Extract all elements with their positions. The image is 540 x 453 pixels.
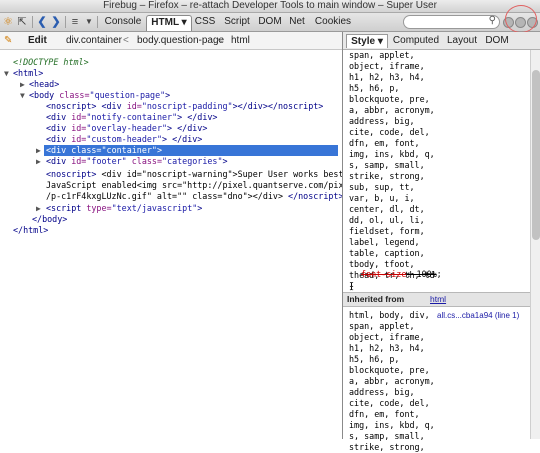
edit-icon: ✎ <box>4 35 13 46</box>
search-icon: ⚲ <box>488 15 496 26</box>
expand-toggle-icon[interactable]: ▶ <box>36 156 41 167</box>
scrollbar-thumb[interactable] <box>532 70 540 240</box>
search-input[interactable]: ⚲ <box>403 15 500 29</box>
tab-side-dom[interactable]: DOM <box>484 34 510 47</box>
tree-node-html[interactable]: <html> <box>13 68 43 79</box>
tab-console[interactable]: Console <box>101 15 145 29</box>
tree-node-head[interactable]: <head> <box>29 79 59 90</box>
edit-button[interactable]: Edit <box>28 32 47 49</box>
menu-icon[interactable]: ≡ <box>69 15 81 29</box>
tree-node-footer[interactable]: <div id="footer" class="categories"> <box>46 156 228 167</box>
dropdown-icon[interactable]: ▼ <box>84 15 94 29</box>
toolbar-separator <box>97 16 98 28</box>
tab-css[interactable]: CSS <box>193 15 217 29</box>
breadcrumb: ✎ Edit div.container < body.question-pag… <box>0 32 342 50</box>
back-icon[interactable]: ❮ <box>36 15 48 29</box>
forward-icon[interactable]: ❯ <box>50 15 62 29</box>
tree-node-body-close[interactable]: </body> <box>32 214 67 225</box>
tree-node-body[interactable]: <body class="question-page"> <box>29 90 170 101</box>
style-panel-scrollbar[interactable] <box>530 50 540 439</box>
tree-node-noscript-warning-cont: JavaScript enabled<img src="http://pixel… <box>46 180 354 190</box>
tree-node-html-close[interactable]: </html> <box>13 225 48 236</box>
tree-node-noscript[interactable]: <noscript> <div id="noscript-padding"></… <box>46 101 323 112</box>
tree-node-noscript-warning[interactable]: <noscript> <div id="noscript-warning">Su… <box>46 169 369 180</box>
breadcrumb-item-body[interactable]: body.question-page <box>137 32 224 49</box>
expand-toggle-icon[interactable]: ▶ <box>36 203 41 214</box>
tree-node-notify-container[interactable]: <div id="notify-container"> </div> <box>46 112 217 123</box>
breadcrumb-item-div-container[interactable]: div.container <box>66 32 122 49</box>
tree-node-script[interactable]: <script type="text/javascript"> <box>46 203 202 214</box>
breadcrumb-separator: < <box>123 35 129 46</box>
collapse-toggle-icon[interactable]: ▼ <box>20 90 25 101</box>
html-tree-pane: <!DOCTYPE html> ▼ <html> ▶ <head> ▼ <bod… <box>0 50 369 439</box>
tab-dom[interactable]: DOM <box>257 15 283 29</box>
css-selector-line: strike, strong, <box>349 442 425 452</box>
tab-cookies[interactable]: Cookies <box>311 15 355 29</box>
expand-toggle-icon[interactable]: ▶ <box>36 145 41 156</box>
tree-node-overlay-header[interactable]: <div id="overlay-header"> </div> <box>46 123 207 134</box>
inspect-icon[interactable]: ⇱ <box>16 15 28 29</box>
toolbar-separator <box>32 16 33 28</box>
tree-node-custom-header[interactable]: <div id="custom-header"> </div> <box>46 134 202 145</box>
collapse-toggle-icon[interactable]: ▼ <box>4 68 9 79</box>
tree-node-doctype[interactable]: <!DOCTYPE html> <box>13 57 89 68</box>
side-panel-tabs: Style ▾ Computed Layout DOM <box>343 32 540 50</box>
tab-script[interactable]: Script <box>220 15 254 29</box>
firebug-icon[interactable]: ⚛ <box>2 15 14 29</box>
tab-style[interactable]: Style ▾ <box>346 34 388 48</box>
annotation-circle <box>505 5 537 33</box>
title-bar: Firebug – Firefox – re-attach Developer … <box>0 0 540 13</box>
tree-node-container-selected[interactable]: <div class="container"> <box>44 145 338 156</box>
tree-node-noscript-warning-end: /p-c1rF4kxgLUzNc.gif" alt="" class="dno"… <box>46 191 344 201</box>
style-panel-lower <box>343 50 530 439</box>
breadcrumb-separator: < <box>217 35 223 46</box>
tab-layout[interactable]: Layout <box>445 34 479 47</box>
tab-computed[interactable]: Computed <box>392 34 440 47</box>
window-title: Firebug – Firefox – re-attach Developer … <box>103 0 437 11</box>
expand-toggle-icon[interactable]: ▶ <box>20 79 25 90</box>
breadcrumb-item-html[interactable]: html <box>231 32 250 49</box>
toolbar-separator <box>65 16 66 28</box>
tab-html[interactable]: HTML ▾ <box>146 15 192 31</box>
firebug-toolbar: ⚛ ⇱ ❮ ❯ ≡ ▼ Console HTML ▾ CSS Script DO… <box>0 13 540 32</box>
firebug-window: Firebug – Firefox – re-attach Developer … <box>0 0 540 439</box>
tab-net[interactable]: Net <box>286 15 308 29</box>
